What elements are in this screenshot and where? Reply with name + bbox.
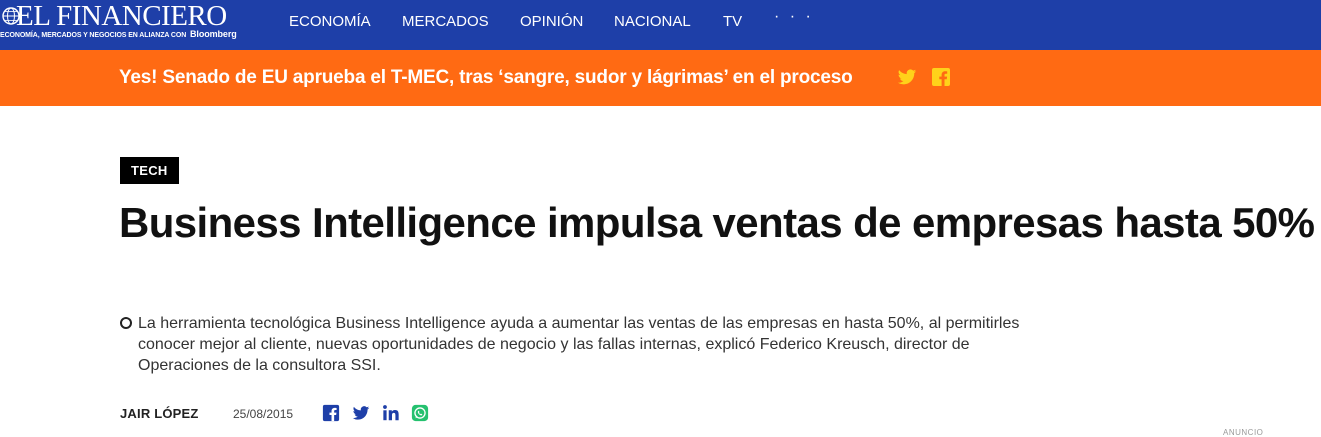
breaking-news-banner: Yes! Senado de EU aprueba el T-MEC, tras… xyxy=(0,50,1321,106)
twitter-icon[interactable] xyxy=(352,404,370,422)
linkedin-icon[interactable] xyxy=(382,404,400,422)
publish-date: 25/08/2015 xyxy=(233,407,294,421)
breaking-news-link[interactable]: Yes! Senado de EU aprueba el T-MEC, tras… xyxy=(119,67,853,89)
logo-tagline: ECONOMÍA, MERCADOS Y NEGOCIOS EN ALIANZA… xyxy=(0,30,237,40)
whatsapp-icon[interactable] xyxy=(411,404,429,422)
more-menu-button[interactable]: · · · xyxy=(774,8,814,26)
site-logo[interactable]: EL FINANCIERO ECONOMÍA, MERCADOS Y NEGOC… xyxy=(0,1,262,47)
top-navigation-bar: EL FINANCIERO ECONOMÍA, MERCADOS Y NEGOC… xyxy=(0,0,1321,50)
nav-item-mercados[interactable]: MERCADOS xyxy=(402,12,489,32)
author-name[interactable]: JAIR LÓPEZ xyxy=(120,406,199,421)
twitter-icon[interactable] xyxy=(897,67,917,87)
section-tag[interactable]: TECH xyxy=(120,157,179,184)
nav-item-economia[interactable]: ECONOMÍA xyxy=(289,12,371,32)
article-headline: Business Intelligence impulsa ventas de … xyxy=(119,199,1315,246)
facebook-icon[interactable] xyxy=(931,67,951,87)
nav-item-nacional[interactable]: NACIONAL xyxy=(614,12,691,32)
nav-item-opinion[interactable]: OPINIÓN xyxy=(520,12,583,32)
facebook-icon[interactable] xyxy=(322,404,340,422)
nav-item-tv[interactable]: TV xyxy=(723,12,742,32)
logo-partner: Bloomberg xyxy=(190,29,237,39)
summary-bullet-icon xyxy=(120,317,132,329)
logo-tagline-text: ECONOMÍA, MERCADOS Y NEGOCIOS EN ALIANZA… xyxy=(0,32,187,39)
article-summary: La herramienta tecnológica Business Inte… xyxy=(138,315,1020,374)
logo-title: EL FINANCIERO xyxy=(16,0,227,32)
